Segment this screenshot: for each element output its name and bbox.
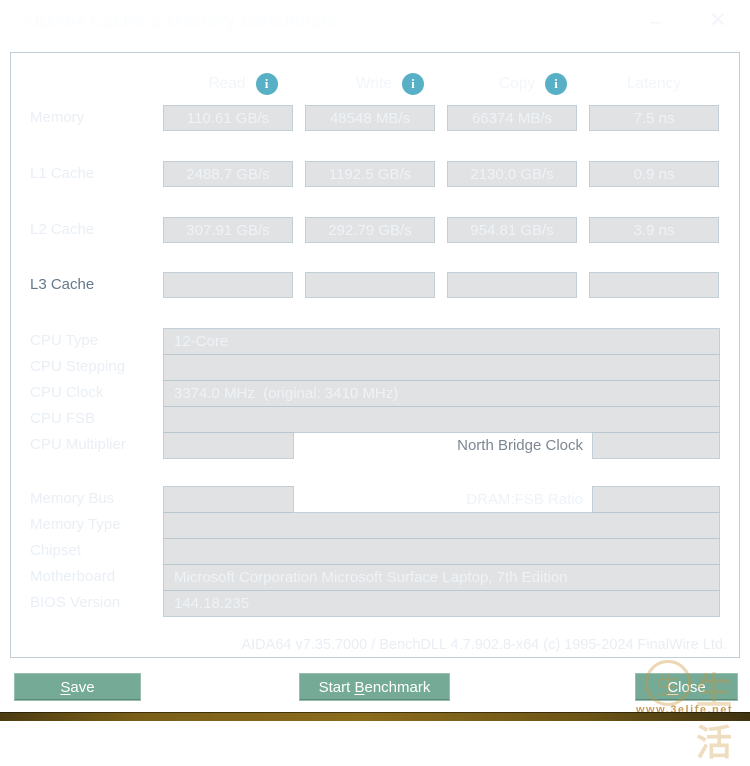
copy-info-icon[interactable]: i [545, 73, 567, 95]
copy-header-label: Copy [499, 75, 535, 93]
dram-fsb-ratio-label: DRAM:FSB Ratio [300, 490, 583, 510]
window-title: AIDA64 Cache & Memory Benchmark [22, 11, 337, 32]
cpu-multiplier-label: CPU Multiplier [30, 435, 126, 455]
l2-read-value: 307.91 GB/s [163, 217, 293, 243]
column-header-read: Read i [178, 72, 308, 96]
bios-version-value: 144.18.235 [163, 590, 720, 617]
cpu-type-value: 12-Core [163, 328, 720, 355]
memory-latency-value: 7.5 ns [589, 105, 719, 131]
read-header-label: Read [208, 75, 245, 93]
minimize-button[interactable]: – [638, 7, 672, 37]
memory-read-value: 110.61 GB/s [163, 105, 293, 131]
cpu-stepping-label: CPU Stepping [30, 357, 125, 377]
l3-copy-value [447, 272, 577, 298]
close-button-label: Close [667, 679, 705, 696]
cpu-stepping-value [163, 354, 720, 381]
bottom-gold-strip [0, 712, 750, 721]
bios-version-label: BIOS Version [30, 593, 120, 613]
chipset-value [163, 538, 720, 565]
l2-latency-value: 3.9 ns [589, 217, 719, 243]
l1-write-value: 1192.5 GB/s [305, 161, 435, 187]
motherboard-label: Motherboard [30, 567, 115, 587]
close-icon: ✕ [709, 8, 727, 33]
memory-type-value [163, 512, 720, 539]
column-header-copy: Copy i [468, 72, 598, 96]
version-line: AIDA64 v7.35.7000 / BenchDLL 4.7.902.8-x… [163, 637, 727, 653]
l2-write-value: 292.79 GB/s [305, 217, 435, 243]
row-label-l2-cache: L2 Cache [30, 220, 94, 240]
memory-type-label: Memory Type [30, 515, 121, 535]
memory-bus-label: Memory Bus [30, 489, 114, 509]
column-header-write: Write i [325, 72, 455, 96]
cpu-type-label: CPU Type [30, 331, 98, 351]
save-button[interactable]: Save [14, 673, 141, 701]
latency-header-label: Latency [627, 75, 681, 93]
l2-copy-value: 954.81 GB/s [447, 217, 577, 243]
l3-latency-value [589, 272, 719, 298]
chipset-label: Chipset [30, 541, 81, 561]
north-bridge-clock-value [592, 432, 720, 459]
aida64-benchmark-window: { "window": { "title": "AIDA64 Cache & M… [0, 0, 750, 721]
north-bridge-clock-label: North Bridge Clock [300, 436, 583, 456]
l1-latency-value: 0.9 ns [589, 161, 719, 187]
cpu-fsb-label: CPU FSB [30, 409, 95, 429]
cpu-fsb-value [163, 406, 720, 433]
close-button[interactable]: Close [635, 673, 738, 701]
l3-write-value [305, 272, 435, 298]
row-label-memory: Memory [30, 108, 84, 128]
row-label-l1-cache: L1 Cache [30, 164, 94, 184]
l1-copy-value: 2130.0 GB/s [447, 161, 577, 187]
start-benchmark-button-label: Start Benchmark [319, 679, 431, 696]
memory-bus-value [163, 486, 294, 513]
l1-read-value: 2488.7 GB/s [163, 161, 293, 187]
cpu-clock-label: CPU Clock [30, 383, 103, 403]
write-info-icon[interactable]: i [402, 73, 424, 95]
read-info-icon[interactable]: i [256, 73, 278, 95]
memory-copy-value: 66374 MB/s [447, 105, 577, 131]
save-button-label: Save [60, 679, 94, 696]
motherboard-value: Microsoft Corporation Microsoft Surface … [163, 564, 720, 591]
row-label-l3-cache: L3 Cache [30, 275, 94, 295]
memory-write-value: 48548 MB/s [305, 105, 435, 131]
column-header-latency: Latency [589, 72, 719, 96]
write-header-label: Write [356, 75, 392, 93]
cpu-clock-value: 3374.0 MHz (original: 3410 MHz) [163, 380, 720, 407]
cpu-multiplier-value [163, 432, 294, 459]
start-benchmark-button[interactable]: Start Benchmark [299, 673, 450, 701]
dram-fsb-ratio-value [592, 486, 720, 513]
l3-read-value [163, 272, 293, 298]
minimize-icon: – [649, 11, 660, 34]
close-window-button[interactable]: ✕ [701, 5, 735, 35]
